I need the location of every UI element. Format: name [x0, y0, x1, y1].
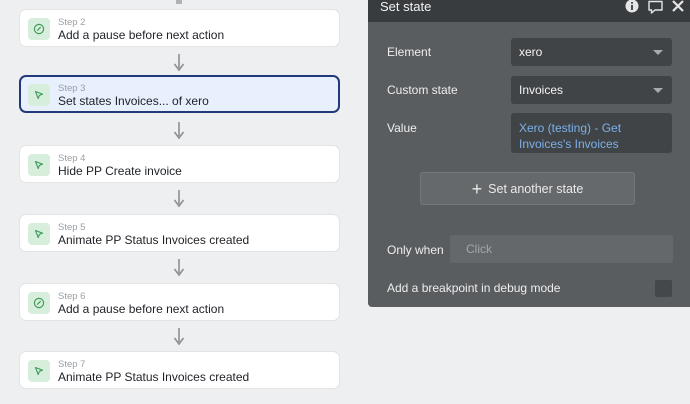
step-title: Add a pause before next action [58, 302, 225, 316]
step-label: Step 2 [58, 17, 86, 28]
close-icon[interactable] [670, 0, 688, 18]
only-when-input[interactable]: Click [450, 235, 673, 263]
set-another-state-label: Set another state [488, 181, 584, 196]
cursor-arrow-icon [28, 360, 50, 382]
element-label: Element [387, 45, 432, 59]
arrow-down-icon [173, 54, 185, 72]
value-expression-field[interactable]: Xero (testing) - Get Invoices's Invoices [511, 113, 672, 153]
arrow-down-icon [173, 328, 185, 346]
step-title: Hide PP Create invoice [58, 164, 182, 178]
breakpoint-checkbox[interactable] [655, 280, 672, 297]
plus-icon: + [471, 178, 483, 199]
custom-state-dropdown[interactable]: Invoices [511, 76, 672, 104]
workflow-step-4[interactable]: Step 4 Hide PP Create invoice [19, 145, 340, 183]
workflow-step-5[interactable]: Step 5 Animate PP Status Invoices create… [19, 214, 340, 252]
step-label: Step 7 [58, 359, 86, 370]
step-label: Step 4 [58, 153, 86, 164]
step-title: Set states Invoices... of xero [58, 94, 209, 108]
pause-clock-icon [28, 292, 50, 314]
only-when-placeholder: Click [466, 242, 492, 256]
arrow-connector-top [176, 0, 182, 4]
cursor-arrow-icon [28, 154, 50, 176]
panel-header: Set state [368, 0, 690, 22]
set-another-state-button[interactable]: + Set another state [420, 172, 635, 205]
set-state-panel: Set state Element xero Custom state Invo… [368, 0, 690, 307]
arrow-down-icon [173, 190, 185, 208]
only-when-label: Only when [387, 243, 444, 257]
arrow-down-icon [173, 122, 185, 140]
cursor-arrow-icon [28, 223, 50, 245]
workflow-step-3[interactable]: Step 3 Set states Invoices... of xero [19, 75, 340, 113]
step-title: Animate PP Status Invoices created [58, 233, 250, 247]
arrow-down-icon [173, 259, 185, 277]
workflow-step-6[interactable]: Step 6 Add a pause before next action [19, 283, 340, 321]
element-value: xero [519, 45, 543, 59]
step-title: Add a pause before next action [58, 28, 225, 42]
info-icon[interactable] [624, 0, 642, 18]
chevron-down-icon [653, 88, 663, 93]
comment-icon[interactable] [647, 0, 665, 18]
value-label: Value [387, 121, 417, 135]
custom-state-label: Custom state [387, 83, 458, 97]
breakpoint-label: Add a breakpoint in debug mode [387, 281, 561, 295]
step-label: Step 5 [58, 222, 86, 233]
custom-state-value: Invoices [519, 83, 564, 97]
element-dropdown[interactable]: xero [511, 38, 672, 66]
step-label: Step 6 [58, 291, 86, 302]
step-label: Step 3 [58, 83, 86, 94]
step-title: Animate PP Status Invoices created [58, 370, 250, 384]
cursor-arrow-icon [28, 84, 50, 106]
workflow-step-7[interactable]: Step 7 Animate PP Status Invoices create… [19, 351, 340, 389]
workflow-step-2[interactable]: Step 2 Add a pause before next action [19, 9, 340, 47]
pause-clock-icon [28, 18, 50, 40]
panel-title: Set state [380, 0, 432, 14]
chevron-down-icon [653, 50, 663, 55]
